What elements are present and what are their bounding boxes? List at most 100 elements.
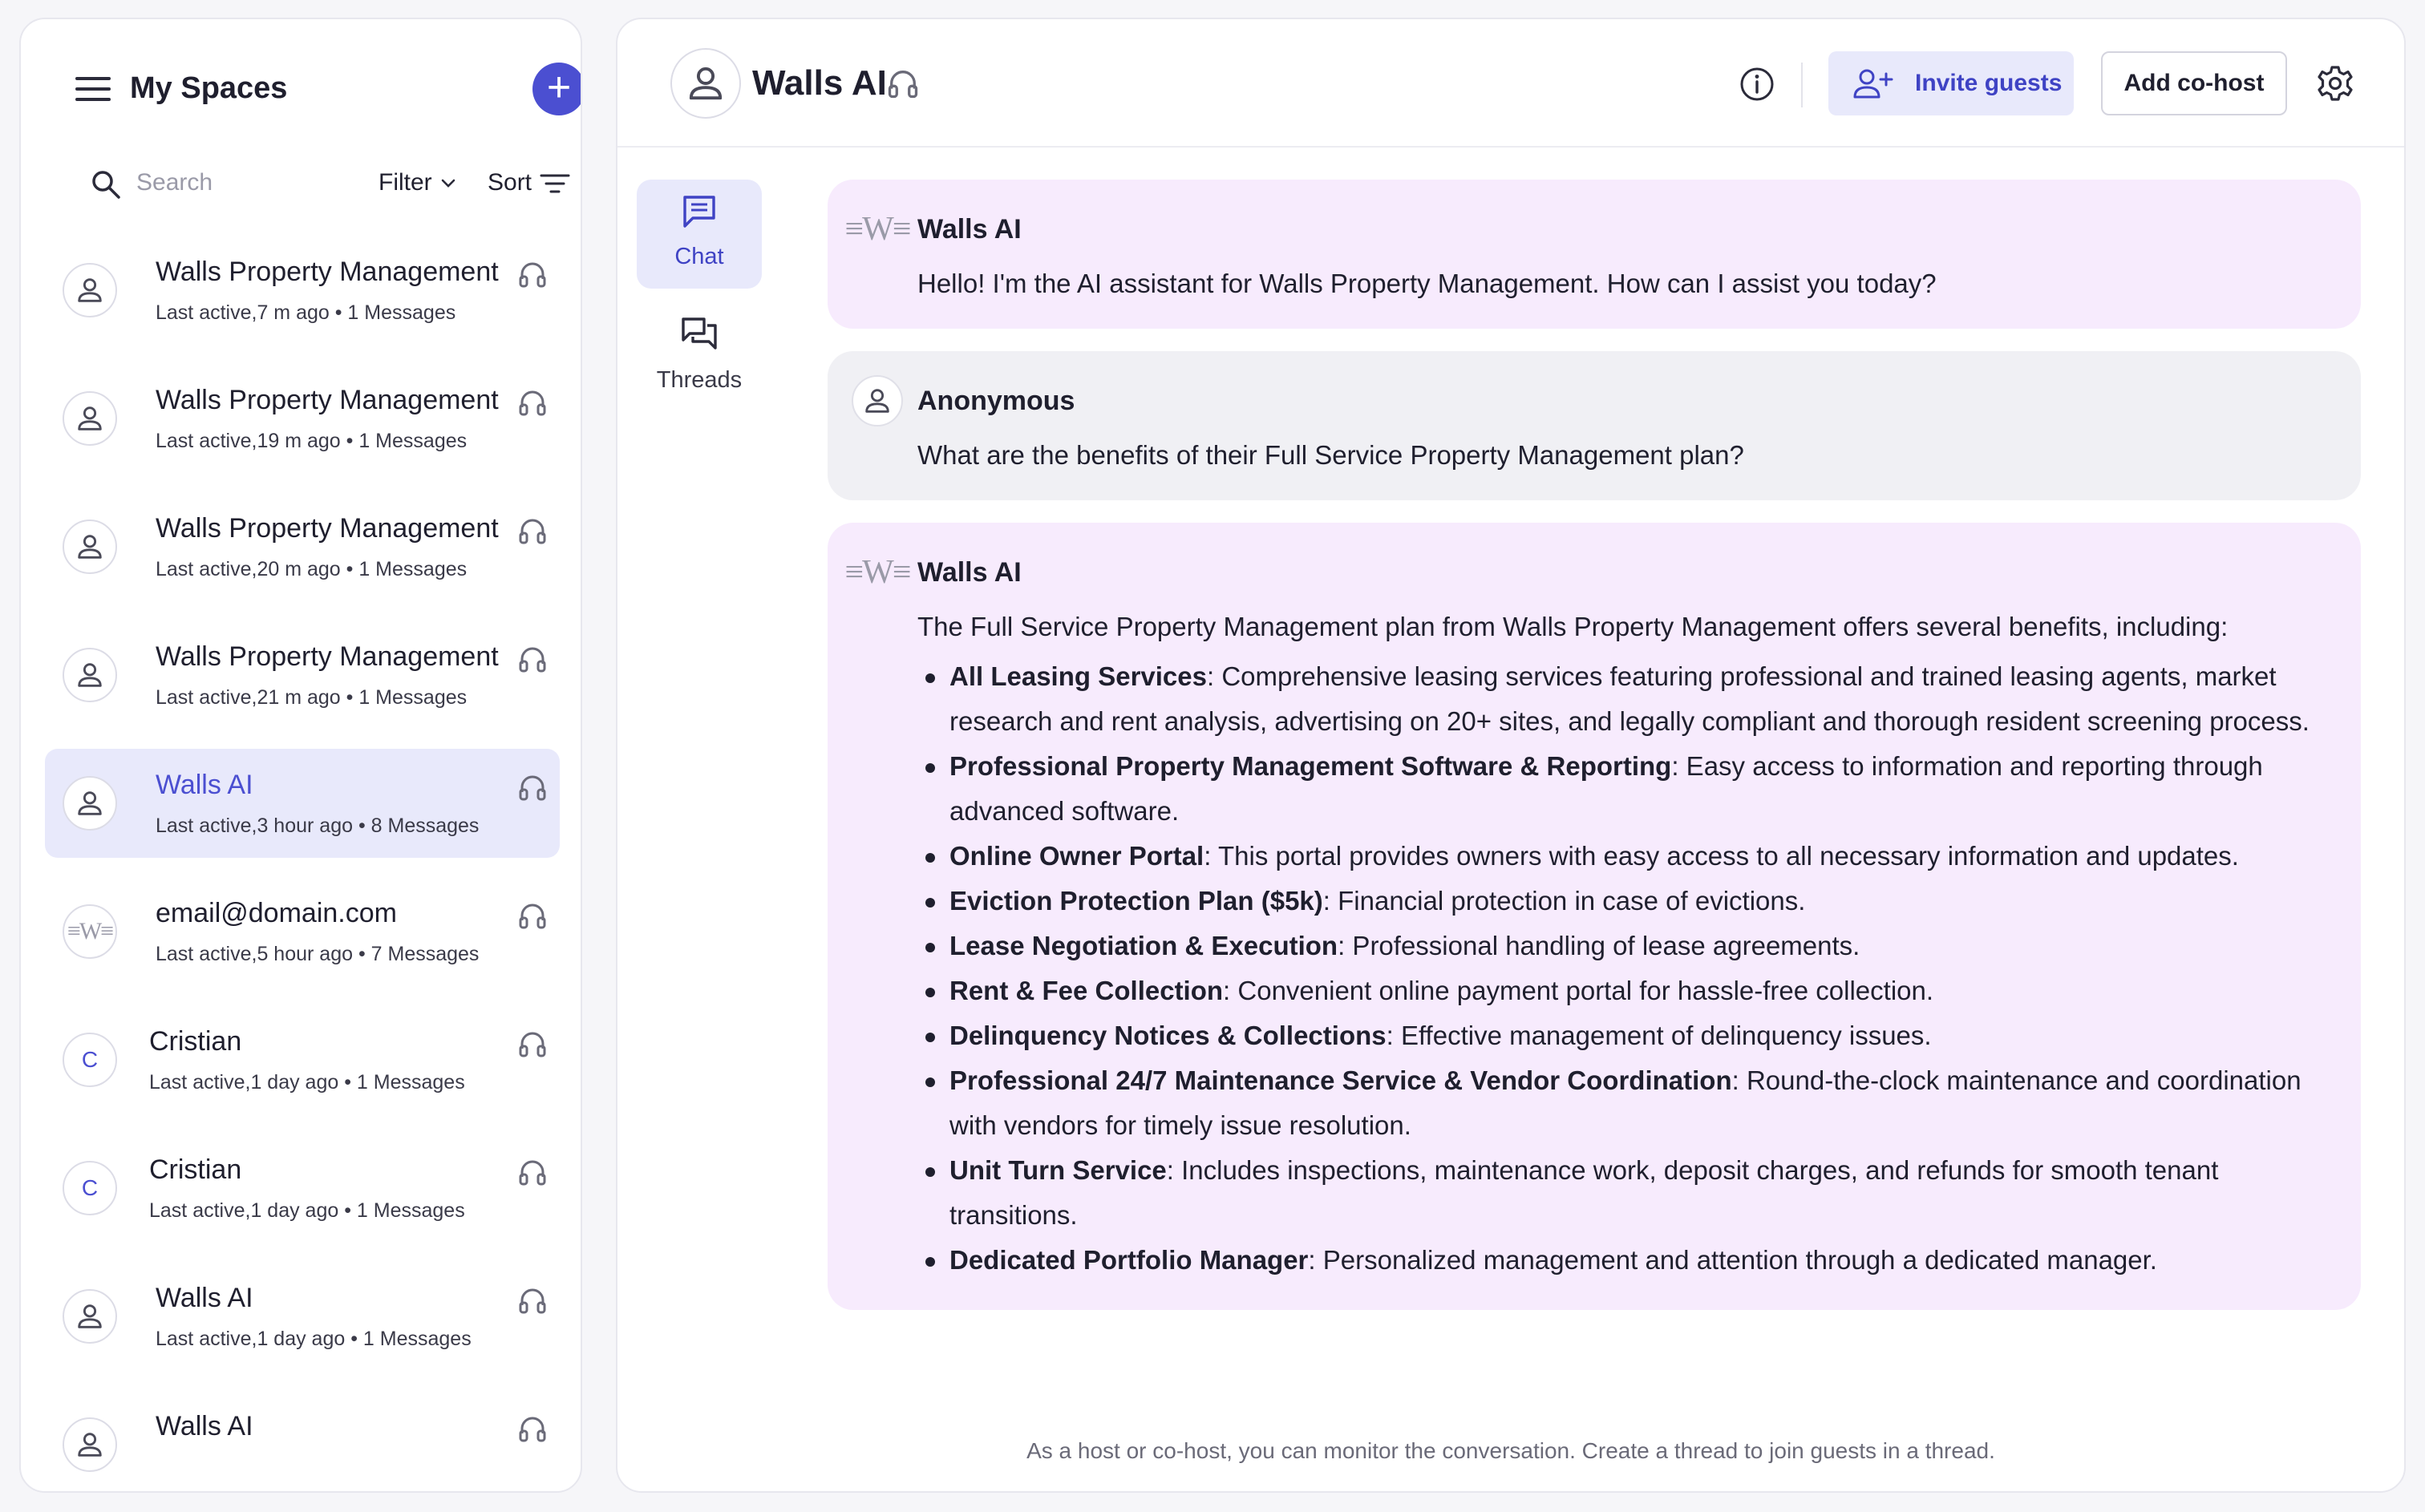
benefit-item: Delinquency Notices & Collections: Effec… xyxy=(925,1013,2329,1058)
add-space-button[interactable]: + xyxy=(532,63,581,115)
space-list: Walls Property Management Last active,7 m… xyxy=(45,236,560,1491)
add-cohost-button[interactable]: Add co-host xyxy=(2101,51,2287,115)
chat-panel: Walls AI Invite guests Add co-host Chat … xyxy=(616,18,2406,1493)
person-icon xyxy=(78,663,102,687)
invite-guests-button[interactable]: Invite guests xyxy=(1828,51,2074,115)
headphones-icon xyxy=(519,390,546,416)
tab-threads[interactable]: Threads xyxy=(637,303,762,412)
person-icon xyxy=(78,406,102,431)
person-icon xyxy=(78,1433,102,1457)
person-avatar xyxy=(63,519,117,574)
space-avatar xyxy=(670,48,741,119)
benefit-description: : Financial protection in case of evicti… xyxy=(1322,886,1806,916)
ai-message: ≡W≡ Walls AI The Full Service Property M… xyxy=(828,523,2361,1310)
search-input[interactable] xyxy=(136,164,337,202)
message-sender: Walls AI xyxy=(917,557,1022,588)
space-item-title: Walls Property Management xyxy=(156,641,499,672)
headphones-icon xyxy=(888,71,918,99)
person-icon xyxy=(78,278,102,302)
message-text: Hello! I'm the AI assistant for Walls Pr… xyxy=(917,269,1937,298)
benefit-description: : Convenient online payment portal for h… xyxy=(1223,976,1934,1005)
user-message: Anonymous What are the benefits of their… xyxy=(828,351,2361,500)
benefit-description: : Effective management of delinquency is… xyxy=(1386,1021,1932,1050)
walls-logo-avatar: ≡W≡ xyxy=(63,904,117,959)
headphones-icon xyxy=(519,1160,546,1186)
benefit-item: Eviction Protection Plan ($5k): Financia… xyxy=(925,879,2329,924)
headphones-icon xyxy=(519,775,546,801)
space-item-title: Walls Property Management xyxy=(156,513,499,544)
space-list-item[interactable]: ≡W≡ email@domain.com Last active,5 hour ag… xyxy=(45,877,560,986)
person-avatar xyxy=(63,776,117,831)
benefit-item: Professional Property Management Softwar… xyxy=(925,744,2329,834)
space-list-item[interactable]: Walls AI Last active,1 day ago • 1 Messag… xyxy=(45,1262,560,1371)
space-item-title: Walls AI xyxy=(156,1283,253,1313)
benefit-title: Delinquency Notices & Collections xyxy=(949,1021,1387,1050)
headphones-icon xyxy=(519,904,546,929)
space-item-subtitle: Last active,1 day ago • 1 Messages xyxy=(156,1328,472,1350)
walls-logo-icon: ≡W≡ xyxy=(67,918,114,944)
space-list-item[interactable]: Walls Property Management Last active,7 m… xyxy=(45,236,560,345)
space-list-item[interactable]: Walls Property Management Last active,19 … xyxy=(45,364,560,473)
space-list-item[interactable]: Walls AI Last active,3 hour ago • 8 Messa… xyxy=(45,749,560,858)
sidebar-toolbar: Filter Sort xyxy=(66,157,579,208)
benefit-item: Dedicated Portfolio Manager: Personalize… xyxy=(925,1238,2329,1283)
benefit-title: Professional Property Management Softwar… xyxy=(949,751,1672,781)
sort-button[interactable]: Sort xyxy=(488,164,570,202)
add-person-icon xyxy=(1853,69,1893,99)
person-avatar xyxy=(63,648,117,702)
benefit-item: Unit Turn Service: Includes inspections,… xyxy=(925,1148,2329,1238)
walls-logo-avatar: ≡W≡ xyxy=(845,547,912,598)
space-item-subtitle: Last active,21 m ago • 1 Messages xyxy=(156,686,468,709)
person-icon xyxy=(689,67,723,100)
monitor-note: As a host or co-host, you can monitor th… xyxy=(1026,1438,1995,1463)
threads-icon xyxy=(682,317,717,350)
tab-chat-label: Chat xyxy=(674,244,724,269)
space-item-subtitle: Last active,20 m ago • 1 Messages xyxy=(156,558,468,580)
invite-guests-label: Invite guests xyxy=(1915,70,2063,96)
space-list-item[interactable]: Walls AI xyxy=(45,1390,560,1491)
gear-icon[interactable] xyxy=(2316,64,2354,103)
space-list-item[interactable]: C Cristian Last active,1 day ago • 1 Messa… xyxy=(45,1134,560,1243)
space-item-title: Cristian xyxy=(149,1026,242,1057)
tab-chat[interactable]: Chat xyxy=(637,180,762,289)
person-icon xyxy=(78,791,102,815)
space-list-item[interactable]: Walls Property Management Last active,20 … xyxy=(45,492,560,601)
benefit-title: Rent & Fee Collection xyxy=(949,976,1224,1005)
info-icon[interactable] xyxy=(1739,66,1775,103)
benefit-title: Eviction Protection Plan ($5k) xyxy=(949,886,1323,916)
sort-lines-icon xyxy=(540,174,570,193)
benefit-description: : This portal provides owners with easy … xyxy=(1204,841,2239,871)
headphones-icon xyxy=(519,1032,546,1057)
hamburger-menu-icon[interactable] xyxy=(75,77,111,101)
filter-label: Filter xyxy=(379,169,432,196)
walls-logo-icon: ≡W≡ xyxy=(844,211,912,248)
space-list-item[interactable]: C Cristian Last active,1 day ago • 1 Messa… xyxy=(45,1005,560,1114)
letter-avatar: C xyxy=(63,1033,117,1087)
space-item-title: Cristian xyxy=(149,1154,242,1185)
space-item-title: Walls Property Management xyxy=(156,257,499,287)
headphones-icon xyxy=(519,1288,546,1314)
filter-button[interactable]: Filter xyxy=(379,164,458,202)
person-icon xyxy=(78,1304,102,1328)
chat-icon xyxy=(683,196,715,228)
search-icon xyxy=(92,171,120,199)
benefit-title: Unit Turn Service xyxy=(949,1155,1167,1185)
benefit-title: All Leasing Services xyxy=(949,661,1207,691)
headphones-icon xyxy=(519,519,546,544)
spaces-sidebar: My Spaces + Filter Sort Walls Property M… xyxy=(19,18,582,1493)
headphones-icon xyxy=(519,647,546,673)
header-divider xyxy=(1801,63,1803,107)
space-item-subtitle: Last active,7 m ago • 1 Messages xyxy=(156,301,456,324)
headphones-icon xyxy=(519,262,546,288)
benefit-item: Lease Negotiation & Execution: Professio… xyxy=(925,924,2329,968)
person-avatar xyxy=(63,263,117,317)
sidebar-header: My Spaces + xyxy=(56,51,581,125)
headphones-icon xyxy=(519,1417,546,1442)
chat-header: Walls AI Invite guests Add co-host xyxy=(617,19,2404,148)
space-list-item[interactable]: Walls Property Management Last active,21 … xyxy=(45,621,560,730)
message-intro: The Full Service Property Management pla… xyxy=(917,612,2229,641)
benefit-description: : Personalized management and attention … xyxy=(1308,1245,2157,1275)
person-avatar xyxy=(63,391,117,446)
benefit-title: Professional 24/7 Maintenance Service & … xyxy=(949,1065,1732,1095)
person-avatar xyxy=(63,1417,117,1472)
